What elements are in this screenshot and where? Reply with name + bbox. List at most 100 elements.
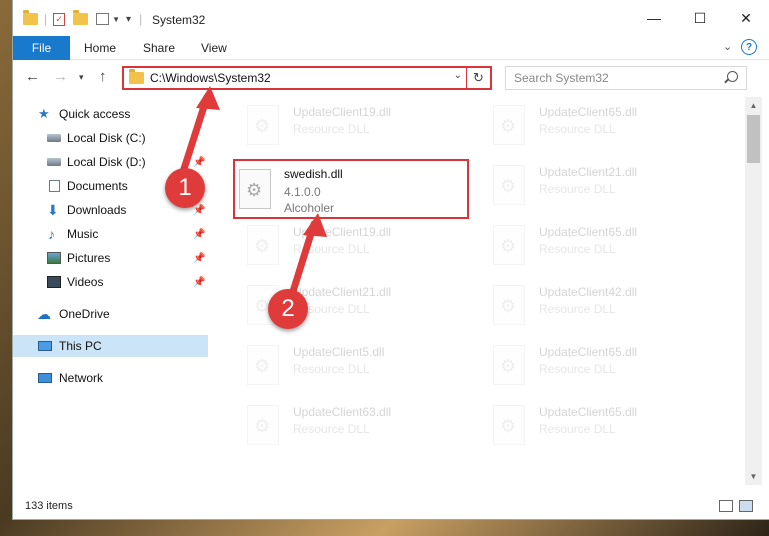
title-bar: | ✓ ▼ ▾ | System32 — ☐ ✕ bbox=[13, 0, 769, 36]
file-description: Resource DLL bbox=[539, 302, 616, 316]
chevron-down-icon[interactable]: ⌄ bbox=[454, 70, 462, 81]
back-arrow-icon[interactable]: ← bbox=[25, 68, 40, 85]
file-name: UpdateClient65.dll bbox=[539, 105, 638, 119]
sidebar-item-label: This PC bbox=[59, 339, 102, 353]
file-name: swedish.dll bbox=[284, 167, 343, 181]
file-item[interactable]: UpdateClient21.dll Resource DLL bbox=[481, 159, 711, 215]
file-name: UpdateClient42.dll bbox=[539, 285, 638, 299]
videos-icon bbox=[47, 276, 61, 288]
large-icons-view-icon[interactable] bbox=[739, 500, 753, 512]
forward-arrow-icon[interactable]: → bbox=[53, 68, 68, 85]
tab-home[interactable]: Home bbox=[84, 41, 116, 55]
maximize-button[interactable]: ☐ bbox=[677, 0, 723, 36]
file-description: Resource DLL bbox=[539, 362, 616, 376]
help-icon[interactable]: ? bbox=[741, 39, 757, 55]
file-list: UpdateClient19.dll Resource DLL UpdateCl… bbox=[223, 95, 743, 485]
file-item[interactable]: UpdateClient65.dll Resource DLL bbox=[481, 339, 711, 395]
vertical-scrollbar[interactable]: ▲ ▼ bbox=[745, 97, 762, 485]
network-icon bbox=[38, 373, 52, 383]
toolbar-overflow-icon[interactable]: ▾ bbox=[126, 14, 131, 25]
scroll-up-icon[interactable]: ▲ bbox=[745, 97, 762, 114]
dll-file-icon bbox=[493, 225, 525, 265]
sidebar-item-quick-access[interactable]: ★ Quick access bbox=[13, 103, 208, 125]
file-item[interactable]: UpdateClient65.dll Resource DLL bbox=[481, 99, 711, 155]
sidebar-item-label: Quick access bbox=[59, 107, 131, 121]
details-view-icon[interactable] bbox=[719, 500, 733, 512]
sidebar-item-videos[interactable]: Videos 📌 bbox=[13, 271, 208, 293]
refresh-icon[interactable]: ↻ bbox=[466, 66, 490, 90]
folder-icon[interactable] bbox=[23, 10, 38, 25]
customize-icon[interactable] bbox=[96, 13, 110, 25]
sidebar-item-music[interactable]: ♪ Music 📌 bbox=[13, 223, 208, 245]
sidebar-item-local-disk-c[interactable]: Local Disk (C:) bbox=[13, 127, 208, 149]
search-input[interactable]: Search System32 bbox=[505, 66, 747, 90]
dll-file-icon bbox=[247, 105, 279, 145]
file-description: Resource DLL bbox=[539, 242, 616, 256]
recent-locations-icon[interactable]: ▾ bbox=[79, 72, 84, 83]
pictures-icon bbox=[47, 252, 61, 264]
dll-file-icon bbox=[239, 169, 271, 209]
file-item[interactable]: UpdateClient42.dll Resource DLL bbox=[481, 279, 711, 335]
scroll-down-icon[interactable]: ▼ bbox=[745, 468, 762, 485]
folder-icon bbox=[129, 69, 144, 84]
search-icon[interactable] bbox=[727, 71, 738, 82]
address-path[interactable]: C:\Windows\System32 bbox=[150, 71, 271, 85]
file-item[interactable]: UpdateClient19.dll Resource DLL bbox=[235, 219, 465, 275]
status-bar: 133 items bbox=[13, 495, 769, 519]
file-item[interactable]: UpdateClient63.dll Resource DLL bbox=[235, 399, 465, 455]
tab-share[interactable]: Share bbox=[143, 41, 175, 55]
onedrive-icon: ☁ bbox=[37, 306, 51, 322]
sidebar-item-this-pc[interactable]: This PC bbox=[13, 335, 208, 357]
file-item[interactable]: UpdateClient19.dll Resource DLL bbox=[235, 99, 465, 155]
step-1-badge: 1 bbox=[165, 168, 205, 208]
pin-icon[interactable]: 📌 bbox=[193, 277, 205, 288]
properties-icon[interactable]: ✓ bbox=[53, 12, 66, 26]
quick-access-toolbar: | ✓ ▼ ▾ | bbox=[23, 10, 142, 28]
sidebar-item-label: Network bbox=[59, 371, 104, 385]
disk-icon bbox=[47, 158, 61, 166]
tab-file[interactable]: File bbox=[13, 36, 70, 60]
pin-icon[interactable]: 📌 bbox=[193, 205, 205, 216]
close-button[interactable]: ✕ bbox=[723, 0, 769, 36]
dll-file-icon bbox=[493, 285, 525, 325]
file-item-swedish-dll[interactable]: swedish.dll 4.1.0.0 Alcoholer bbox=[233, 159, 469, 219]
dll-file-icon bbox=[493, 405, 525, 445]
pin-icon[interactable]: 📌 bbox=[193, 229, 205, 240]
sidebar-item-label: Music bbox=[67, 227, 99, 241]
dll-file-icon bbox=[493, 345, 525, 385]
sidebar-item-network[interactable]: Network bbox=[13, 367, 208, 389]
up-arrow-icon[interactable]: ↑ bbox=[99, 68, 107, 85]
star-icon: ★ bbox=[38, 106, 50, 121]
music-icon: ♪ bbox=[48, 226, 55, 242]
dll-file-icon bbox=[247, 225, 279, 265]
search-placeholder: Search System32 bbox=[514, 71, 609, 85]
file-description: Resource DLL bbox=[539, 422, 616, 436]
file-name: UpdateClient5.dll bbox=[293, 345, 385, 359]
minimize-button[interactable]: — bbox=[631, 0, 677, 36]
expand-ribbon-icon[interactable]: ⌄ bbox=[723, 40, 732, 53]
file-item[interactable]: UpdateClient65.dll Resource DLL bbox=[481, 219, 711, 275]
scrollbar-thumb[interactable] bbox=[747, 115, 760, 163]
dll-file-icon bbox=[247, 405, 279, 445]
file-description: Resource DLL bbox=[293, 362, 370, 376]
sidebar-item-onedrive[interactable]: ☁ OneDrive bbox=[13, 303, 208, 325]
ribbon: File Home Share View ⌄ ? bbox=[13, 36, 769, 60]
file-name: UpdateClient19.dll bbox=[293, 225, 392, 239]
address-bar[interactable]: C:\Windows\System32 ⌄ ↻ bbox=[122, 66, 492, 90]
file-item[interactable]: UpdateClient65.dll Resource DLL bbox=[481, 399, 711, 455]
toolbar-divider: | bbox=[139, 12, 143, 26]
new-folder-icon[interactable] bbox=[73, 10, 89, 25]
tab-view[interactable]: View bbox=[201, 41, 227, 55]
pin-icon[interactable]: 📌 bbox=[193, 253, 205, 264]
pin-icon[interactable]: 📌 bbox=[193, 157, 205, 168]
dll-file-icon bbox=[247, 345, 279, 385]
file-item[interactable]: UpdateClient5.dll Resource DLL bbox=[235, 339, 465, 395]
file-description: Resource DLL bbox=[293, 422, 370, 436]
sidebar-item-label: Documents bbox=[67, 179, 128, 193]
navigation-bar: ← → ▾ ↑ C:\Windows\System32 ⌄ ↻ Search S… bbox=[13, 61, 769, 95]
file-name: UpdateClient65.dll bbox=[539, 225, 638, 239]
sidebar-item-label: Local Disk (D:) bbox=[67, 155, 146, 169]
file-description: Resource DLL bbox=[293, 242, 370, 256]
chevron-down-icon[interactable]: ▼ bbox=[112, 15, 120, 24]
sidebar-item-pictures[interactable]: Pictures 📌 bbox=[13, 247, 208, 269]
